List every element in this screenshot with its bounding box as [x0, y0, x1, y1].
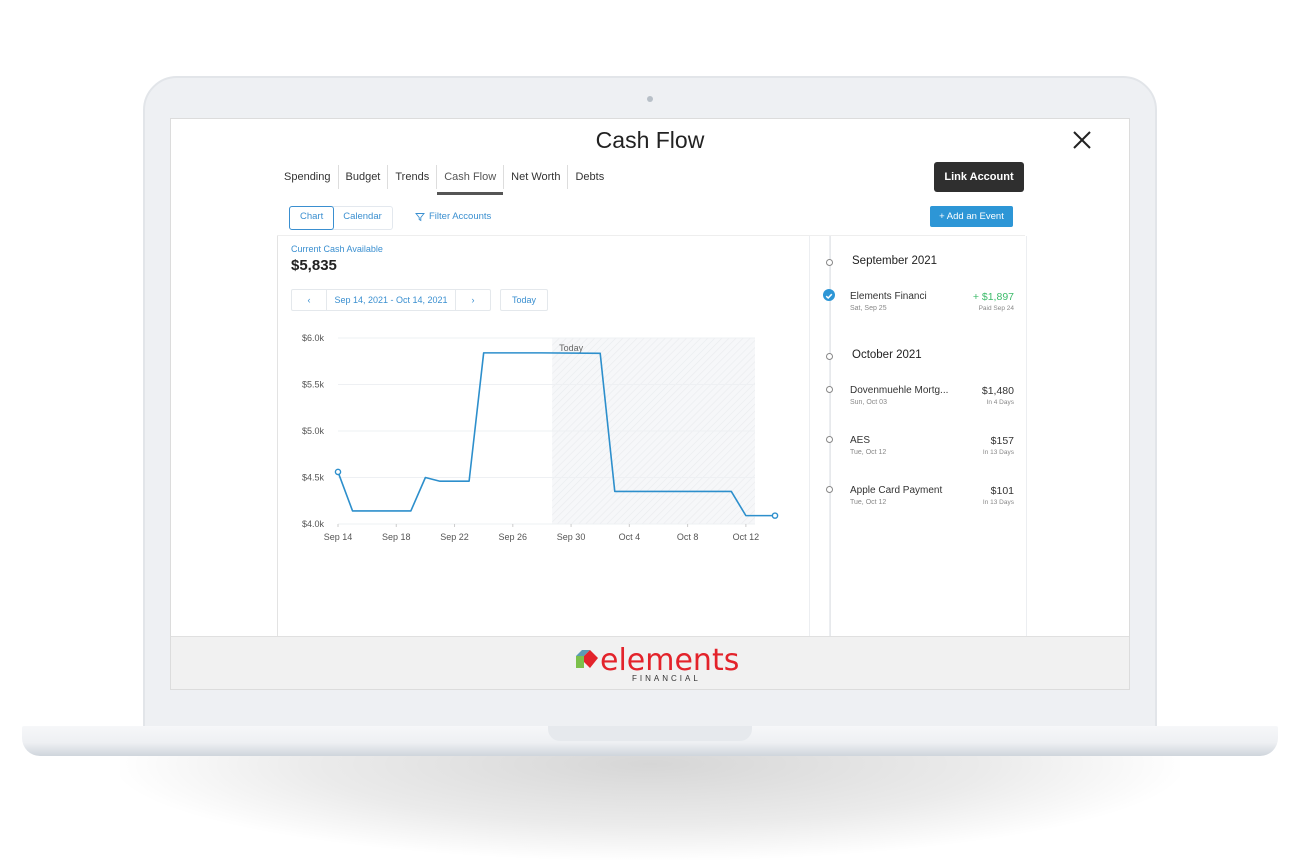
cash-available-value: $5,835: [291, 257, 337, 274]
month-header: October 2021: [852, 349, 922, 361]
filter-icon: [415, 212, 425, 221]
event-item[interactable]: Dovenmuehle Mortg... Sun, Oct 03 $1,480 …: [850, 385, 1018, 406]
tab-budget[interactable]: Budget: [339, 165, 389, 189]
filter-accounts-button[interactable]: Filter Accounts: [415, 211, 491, 222]
x-tick-label: Sep 14: [324, 532, 353, 542]
end-point: [771, 512, 779, 519]
filter-accounts-label: Filter Accounts: [429, 211, 492, 222]
view-toggle: Chart Calendar: [289, 206, 393, 230]
y-tick-label: $6.0k: [302, 333, 325, 343]
brand-footer: elements FINANCIAL: [171, 636, 1129, 689]
view-calendar-button[interactable]: Calendar: [333, 207, 392, 229]
x-tick-label: Sep 22: [440, 532, 469, 542]
tab-bar: Spending Budget Trends Cash Flow Net Wor…: [279, 165, 611, 195]
date-range-picker: ‹ Sep 14, 2021 - Oct 14, 2021 ›: [291, 289, 491, 311]
tab-spending[interactable]: Spending: [279, 165, 339, 189]
y-tick-label: $5.5k: [302, 380, 325, 390]
app-screen: Cash Flow Spending Budget Trends Cash Fl…: [170, 118, 1130, 690]
camera-icon: [647, 96, 653, 102]
today-button[interactable]: Today: [500, 289, 548, 311]
x-tick-label: Oct 8: [677, 532, 699, 542]
today-marker-label: Today: [559, 343, 584, 353]
tab-trends[interactable]: Trends: [388, 165, 438, 189]
event-status: Paid Sep 24: [978, 305, 1014, 312]
event-status: In 13 Days: [982, 499, 1014, 506]
event-amount: $157: [990, 435, 1014, 447]
cash-flow-chart: Today $4.0k $4.5k $5.0k $5.5k $6.0k Sep 14 Se…: [302, 333, 779, 542]
cash-available-label: Current Cash Available: [291, 244, 383, 254]
laptop-notch: [548, 726, 752, 741]
x-tick-label: Oct 12: [733, 532, 760, 542]
month-marker-icon: [826, 259, 833, 266]
event-item[interactable]: Apple Card Payment Tue, Oct 12 $101 In 1…: [850, 485, 1018, 506]
brand-name: elements: [600, 643, 740, 678]
laptop-shadow: [120, 740, 1180, 860]
close-icon[interactable]: [1071, 129, 1093, 151]
brand-cube-icon: [576, 650, 598, 668]
tab-debts[interactable]: Debts: [568, 165, 611, 189]
view-chart-button[interactable]: Chart: [289, 206, 335, 230]
event-status: In 13 Days: [982, 449, 1014, 456]
x-tick-label: Sep 30: [557, 532, 586, 542]
paid-check-icon: [823, 289, 835, 301]
event-marker-icon: [826, 386, 833, 393]
month-header: September 2021: [852, 255, 938, 267]
event-marker-icon: [826, 486, 833, 493]
y-tick-label: $4.0k: [302, 519, 325, 529]
page-title: Cash Flow: [595, 127, 705, 153]
add-event-button[interactable]: + Add an Event: [930, 206, 1013, 227]
elements-financial-logo: elements FINANCIAL: [574, 643, 740, 683]
y-tick-label: $4.5k: [302, 473, 325, 483]
event-marker-icon: [826, 436, 833, 443]
prev-range-button[interactable]: ‹: [292, 290, 326, 310]
event-status: In 4 Days: [986, 399, 1014, 406]
x-tick-label: Sep 26: [499, 532, 528, 542]
tab-cash-flow[interactable]: Cash Flow: [437, 165, 505, 195]
event-amount: + $1,897: [972, 291, 1014, 303]
events-timeline: September 2021 Elements Financi Sat, Sep…: [823, 236, 1027, 638]
y-tick-label: $5.0k: [302, 426, 325, 436]
start-point: [334, 468, 342, 476]
month-marker-icon: [826, 353, 833, 360]
panel-divider: [809, 236, 810, 638]
brand-subtitle: FINANCIAL: [632, 674, 701, 683]
date-range-label[interactable]: Sep 14, 2021 - Oct 14, 2021: [326, 290, 456, 310]
x-tick-label: Sep 18: [382, 532, 411, 542]
x-tick-label: Oct 4: [619, 532, 641, 542]
event-amount: $1,480: [981, 385, 1014, 397]
event-item[interactable]: AES Tue, Oct 12 $157 In 13 Days: [850, 435, 1018, 456]
tab-net-worth[interactable]: Net Worth: [504, 165, 569, 189]
next-range-button[interactable]: ›: [456, 290, 490, 310]
event-item[interactable]: Elements Financi Sat, Sep 25 + $1,897 Pa…: [850, 291, 1018, 312]
link-account-button[interactable]: Link Account: [934, 162, 1024, 192]
event-amount: $101: [990, 485, 1014, 497]
